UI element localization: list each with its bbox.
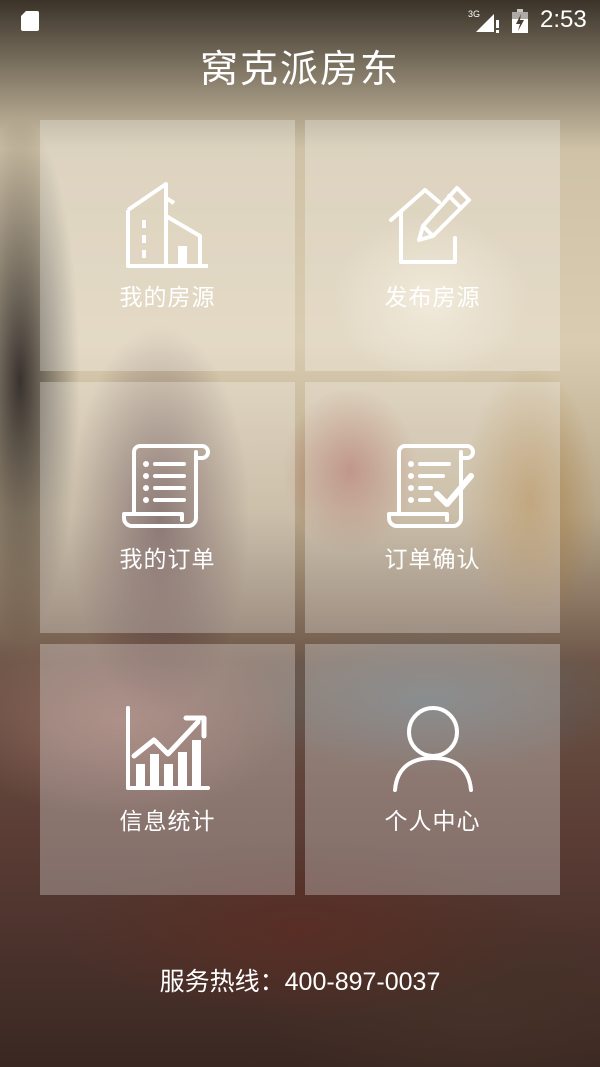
tile-label: 我的房源 xyxy=(119,285,216,311)
tile-order-confirm[interactable]: 订单确认 xyxy=(305,382,560,633)
house-edit-icon xyxy=(388,186,471,264)
user-icon xyxy=(392,706,473,792)
service-hotline[interactable]: 服务热线：400-897-0037 xyxy=(0,962,600,998)
network-type-label: 3G xyxy=(468,9,480,19)
hotline-number[interactable]: 400-897-0037 xyxy=(285,968,441,996)
tile-my-orders[interactable]: 我的订单 xyxy=(40,382,295,633)
building-icon xyxy=(125,182,208,268)
scroll-check-icon xyxy=(386,444,475,528)
scroll-list-icon xyxy=(121,444,210,528)
growth-chart-icon xyxy=(125,706,210,790)
sd-card-icon xyxy=(21,11,39,31)
tile-personal-center[interactable]: 个人中心 xyxy=(305,644,560,895)
battery-icon xyxy=(512,9,528,33)
status-time: 2:53 xyxy=(540,6,587,33)
hotline-label: 服务热线： xyxy=(159,967,285,996)
tile-label: 信息统计 xyxy=(119,809,216,835)
tile-label: 订单确认 xyxy=(384,547,481,573)
tile-my-listings[interactable]: 我的房源 xyxy=(40,120,295,371)
signal-icon: 3G xyxy=(468,9,499,33)
tile-label: 个人中心 xyxy=(384,809,481,835)
tile-label: 发布房源 xyxy=(384,285,481,311)
app-title: 窝克派房东 xyxy=(199,47,400,91)
tile-publish-listing[interactable]: 发布房源 xyxy=(305,120,560,371)
tile-statistics[interactable]: 信息统计 xyxy=(40,644,295,895)
menu-grid: 我的房源 发布房源 我的订单 订单确认 信息统计 个人中心 xyxy=(40,120,560,895)
status-bar: 3G 2:53 xyxy=(0,0,600,40)
tile-label: 我的订单 xyxy=(119,547,216,573)
